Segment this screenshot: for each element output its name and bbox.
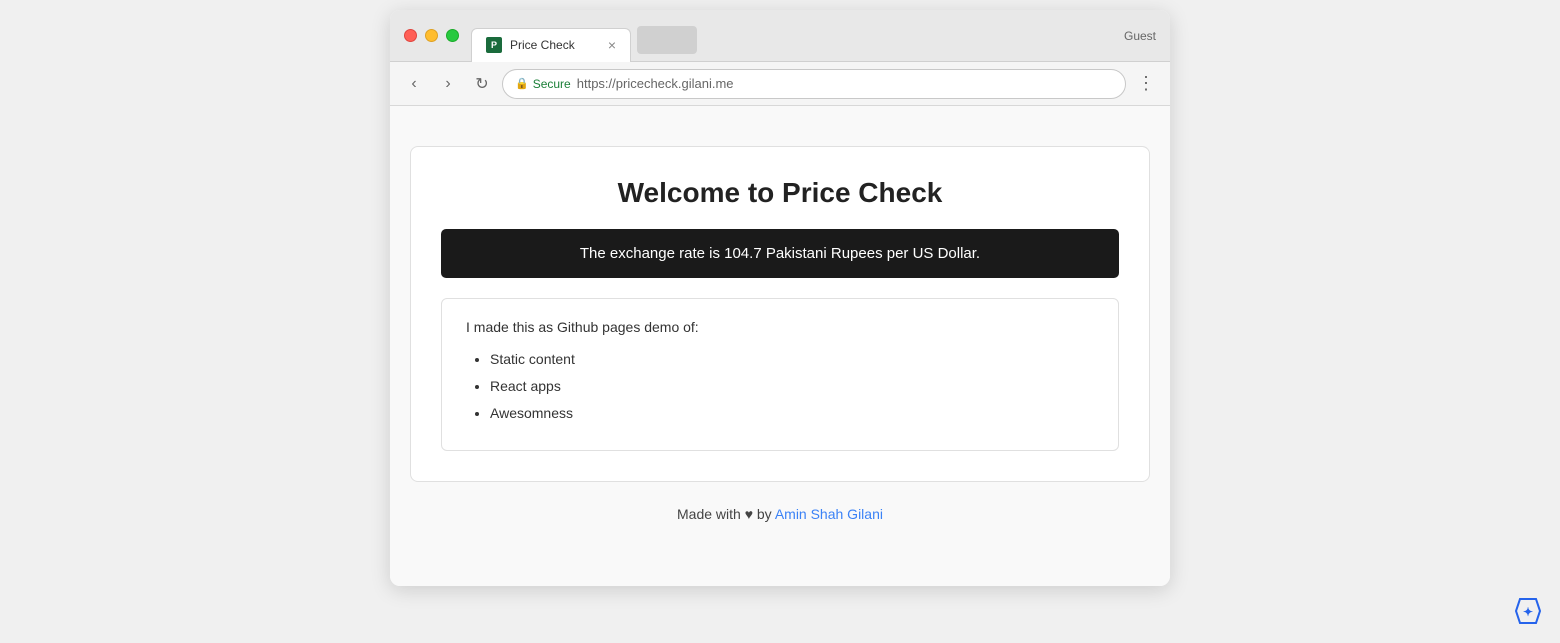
info-box: I made this as Github pages demo of: Sta… — [441, 298, 1119, 451]
bottom-right-icon: ✦ — [1512, 595, 1544, 627]
forward-button[interactable]: › — [434, 70, 462, 98]
secure-badge: 🔒 Secure — [515, 77, 571, 91]
tab-close-button[interactable]: × — [608, 38, 616, 52]
browser-toolbar: ‹ › ↻ 🔒 Secure https://pricecheck.gilani… — [390, 62, 1170, 106]
new-tab-area — [637, 26, 697, 54]
tab-title: Price Check — [510, 38, 600, 52]
minimize-button[interactable] — [425, 29, 438, 42]
browser-window: P Price Check × Guest ‹ › ↻ 🔒 Secure htt… — [390, 10, 1170, 586]
svg-text:✦: ✦ — [1523, 605, 1533, 619]
lock-icon: 🔒 — [515, 77, 529, 90]
reload-button[interactable]: ↻ — [468, 70, 496, 98]
browser-titlebar: P Price Check × Guest — [390, 10, 1170, 62]
traffic-lights — [404, 29, 459, 42]
page-title: Welcome to Price Check — [441, 177, 1119, 209]
browser-tab[interactable]: P Price Check × — [471, 28, 631, 62]
list-item: React apps — [490, 376, 1094, 397]
browser-content: Welcome to Price Check The exchange rate… — [390, 106, 1170, 586]
close-button[interactable] — [404, 29, 417, 42]
list-item: Awesomness — [490, 403, 1094, 424]
address-bar[interactable]: 🔒 Secure https://pricecheck.gilani.me — [502, 69, 1126, 99]
footer-link[interactable]: Amin Shah Gilani — [775, 506, 883, 522]
list-item: Static content — [490, 349, 1094, 370]
tab-favicon: P — [486, 37, 502, 53]
guest-label: Guest — [1124, 29, 1156, 43]
url-display: https://pricecheck.gilani.me — [577, 76, 734, 91]
back-button[interactable]: ‹ — [400, 70, 428, 98]
footer: Made with ♥ by Amin Shah Gilani — [677, 506, 883, 522]
url-host: pricecheck.gilani.me — [616, 76, 734, 91]
tab-area: P Price Check × — [471, 19, 1156, 53]
info-list: Static content React apps Awesomness — [466, 349, 1094, 424]
maximize-button[interactable] — [446, 29, 459, 42]
info-box-intro: I made this as Github pages demo of: — [466, 319, 1094, 335]
secure-label: Secure — [533, 77, 571, 91]
main-card: Welcome to Price Check The exchange rate… — [410, 146, 1150, 482]
exchange-banner: The exchange rate is 104.7 Pakistani Rup… — [441, 229, 1119, 278]
url-protocol: https:// — [577, 76, 616, 91]
footer-text: Made with ♥ by — [677, 506, 775, 522]
browser-menu-button[interactable]: ⋮ — [1132, 70, 1160, 98]
